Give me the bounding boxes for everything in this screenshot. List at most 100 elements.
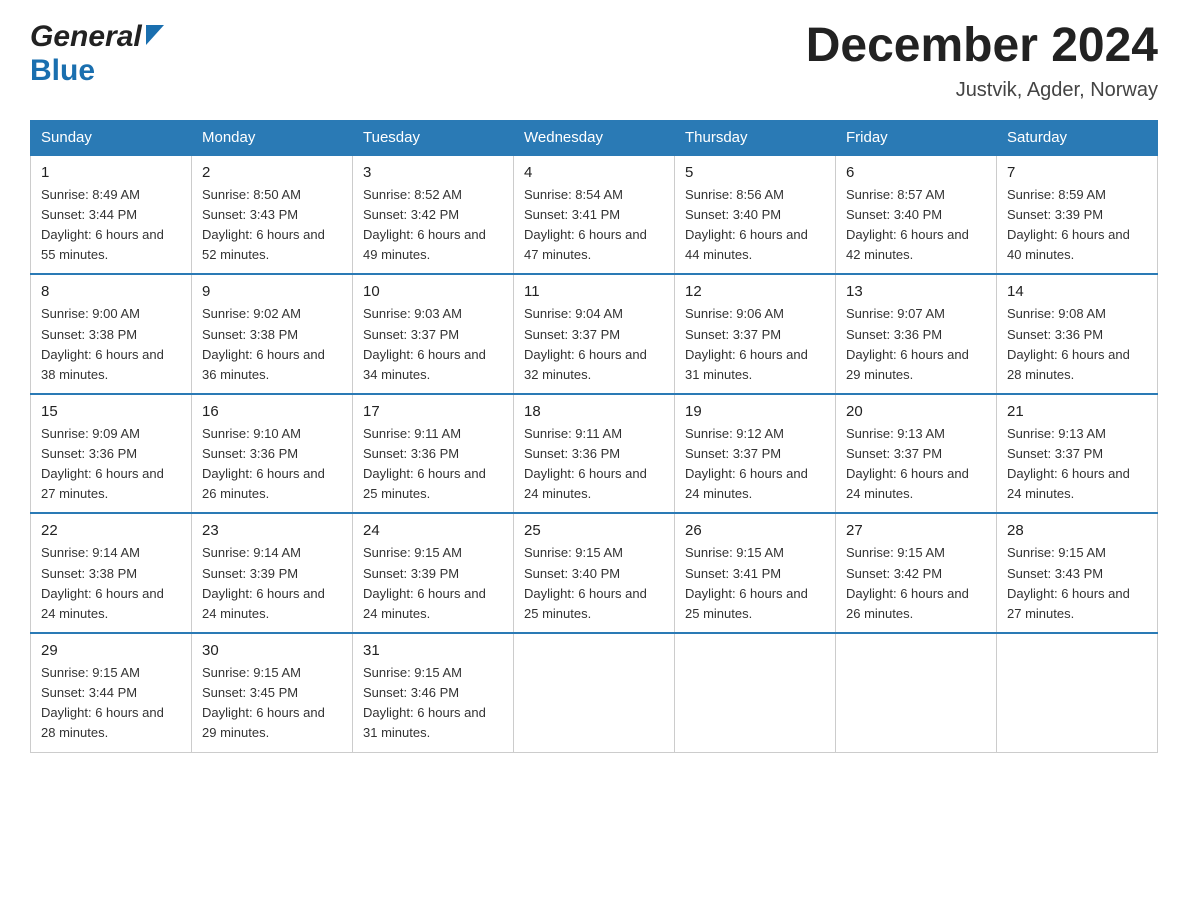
day-number: 2 (202, 164, 342, 181)
day-number: 22 (41, 522, 181, 539)
table-row (514, 633, 675, 752)
day-number: 13 (846, 283, 986, 300)
col-wednesday: Wednesday (514, 120, 675, 155)
day-info: Sunrise: 8:57 AM Sunset: 3:40 PM Dayligh… (846, 185, 986, 266)
table-row: 9 Sunrise: 9:02 AM Sunset: 3:38 PM Dayli… (192, 274, 353, 394)
table-row: 29 Sunrise: 9:15 AM Sunset: 3:44 PM Dayl… (31, 633, 192, 752)
day-info: Sunrise: 9:12 AM Sunset: 3:37 PM Dayligh… (685, 424, 825, 505)
table-row: 27 Sunrise: 9:15 AM Sunset: 3:42 PM Dayl… (836, 513, 997, 633)
calendar-header-row: Sunday Monday Tuesday Wednesday Thursday… (31, 120, 1158, 155)
day-info: Sunrise: 9:06 AM Sunset: 3:37 PM Dayligh… (685, 304, 825, 385)
day-info: Sunrise: 9:07 AM Sunset: 3:36 PM Dayligh… (846, 304, 986, 385)
day-number: 12 (685, 283, 825, 300)
day-info: Sunrise: 9:15 AM Sunset: 3:39 PM Dayligh… (363, 543, 503, 624)
table-row (675, 633, 836, 752)
day-info: Sunrise: 9:10 AM Sunset: 3:36 PM Dayligh… (202, 424, 342, 505)
day-info: Sunrise: 9:15 AM Sunset: 3:42 PM Dayligh… (846, 543, 986, 624)
table-row: 11 Sunrise: 9:04 AM Sunset: 3:37 PM Dayl… (514, 274, 675, 394)
logo-blue-text: Blue (30, 54, 95, 87)
day-number: 1 (41, 164, 181, 181)
day-number: 4 (524, 164, 664, 181)
day-info: Sunrise: 9:15 AM Sunset: 3:41 PM Dayligh… (685, 543, 825, 624)
table-row (836, 633, 997, 752)
day-number: 10 (363, 283, 503, 300)
table-row: 30 Sunrise: 9:15 AM Sunset: 3:45 PM Dayl… (192, 633, 353, 752)
day-info: Sunrise: 9:15 AM Sunset: 3:45 PM Dayligh… (202, 663, 342, 744)
day-number: 15 (41, 403, 181, 420)
table-row: 1 Sunrise: 8:49 AM Sunset: 3:44 PM Dayli… (31, 155, 192, 275)
day-number: 23 (202, 522, 342, 539)
table-row: 22 Sunrise: 9:14 AM Sunset: 3:38 PM Dayl… (31, 513, 192, 633)
table-row: 10 Sunrise: 9:03 AM Sunset: 3:37 PM Dayl… (353, 274, 514, 394)
table-row: 14 Sunrise: 9:08 AM Sunset: 3:36 PM Dayl… (997, 274, 1158, 394)
table-row (997, 633, 1158, 752)
day-info: Sunrise: 9:15 AM Sunset: 3:46 PM Dayligh… (363, 663, 503, 744)
day-info: Sunrise: 8:52 AM Sunset: 3:42 PM Dayligh… (363, 185, 503, 266)
table-row: 15 Sunrise: 9:09 AM Sunset: 3:36 PM Dayl… (31, 394, 192, 514)
day-info: Sunrise: 9:15 AM Sunset: 3:44 PM Dayligh… (41, 663, 181, 744)
day-number: 14 (1007, 283, 1147, 300)
day-number: 28 (1007, 522, 1147, 539)
day-number: 20 (846, 403, 986, 420)
day-info: Sunrise: 9:00 AM Sunset: 3:38 PM Dayligh… (41, 304, 181, 385)
table-row: 7 Sunrise: 8:59 AM Sunset: 3:39 PM Dayli… (997, 155, 1158, 275)
day-info: Sunrise: 9:04 AM Sunset: 3:37 PM Dayligh… (524, 304, 664, 385)
table-row: 16 Sunrise: 9:10 AM Sunset: 3:36 PM Dayl… (192, 394, 353, 514)
page-subtitle: Justvik, Agder, Norway (806, 79, 1158, 102)
logo-general-text: General (30, 20, 142, 54)
day-info: Sunrise: 8:50 AM Sunset: 3:43 PM Dayligh… (202, 185, 342, 266)
day-info: Sunrise: 9:09 AM Sunset: 3:36 PM Dayligh… (41, 424, 181, 505)
logo-area: General Blue (30, 20, 164, 88)
logo-triangle-icon (146, 25, 164, 50)
table-row: 31 Sunrise: 9:15 AM Sunset: 3:46 PM Dayl… (353, 633, 514, 752)
table-row: 25 Sunrise: 9:15 AM Sunset: 3:40 PM Dayl… (514, 513, 675, 633)
table-row: 23 Sunrise: 9:14 AM Sunset: 3:39 PM Dayl… (192, 513, 353, 633)
day-info: Sunrise: 9:08 AM Sunset: 3:36 PM Dayligh… (1007, 304, 1147, 385)
day-number: 31 (363, 642, 503, 659)
calendar-week-row: 8 Sunrise: 9:00 AM Sunset: 3:38 PM Dayli… (31, 274, 1158, 394)
day-info: Sunrise: 8:59 AM Sunset: 3:39 PM Dayligh… (1007, 185, 1147, 266)
day-info: Sunrise: 9:03 AM Sunset: 3:37 PM Dayligh… (363, 304, 503, 385)
logo-blue-line: Blue (30, 54, 95, 88)
day-info: Sunrise: 9:11 AM Sunset: 3:36 PM Dayligh… (524, 424, 664, 505)
day-number: 11 (524, 283, 664, 300)
calendar-week-row: 15 Sunrise: 9:09 AM Sunset: 3:36 PM Dayl… (31, 394, 1158, 514)
table-row: 5 Sunrise: 8:56 AM Sunset: 3:40 PM Dayli… (675, 155, 836, 275)
table-row: 3 Sunrise: 8:52 AM Sunset: 3:42 PM Dayli… (353, 155, 514, 275)
page-title: December 2024 (806, 20, 1158, 73)
col-sunday: Sunday (31, 120, 192, 155)
day-info: Sunrise: 9:15 AM Sunset: 3:43 PM Dayligh… (1007, 543, 1147, 624)
title-area: December 2024 Justvik, Agder, Norway (806, 20, 1158, 102)
day-info: Sunrise: 9:13 AM Sunset: 3:37 PM Dayligh… (846, 424, 986, 505)
day-number: 29 (41, 642, 181, 659)
calendar-table: Sunday Monday Tuesday Wednesday Thursday… (30, 120, 1158, 753)
col-monday: Monday (192, 120, 353, 155)
day-info: Sunrise: 8:49 AM Sunset: 3:44 PM Dayligh… (41, 185, 181, 266)
day-number: 24 (363, 522, 503, 539)
col-tuesday: Tuesday (353, 120, 514, 155)
day-number: 16 (202, 403, 342, 420)
table-row: 2 Sunrise: 8:50 AM Sunset: 3:43 PM Dayli… (192, 155, 353, 275)
day-number: 21 (1007, 403, 1147, 420)
table-row: 21 Sunrise: 9:13 AM Sunset: 3:37 PM Dayl… (997, 394, 1158, 514)
table-row: 19 Sunrise: 9:12 AM Sunset: 3:37 PM Dayl… (675, 394, 836, 514)
day-number: 25 (524, 522, 664, 539)
col-saturday: Saturday (997, 120, 1158, 155)
day-info: Sunrise: 9:02 AM Sunset: 3:38 PM Dayligh… (202, 304, 342, 385)
table-row: 18 Sunrise: 9:11 AM Sunset: 3:36 PM Dayl… (514, 394, 675, 514)
day-info: Sunrise: 9:14 AM Sunset: 3:39 PM Dayligh… (202, 543, 342, 624)
day-info: Sunrise: 8:56 AM Sunset: 3:40 PM Dayligh… (685, 185, 825, 266)
calendar-week-row: 22 Sunrise: 9:14 AM Sunset: 3:38 PM Dayl… (31, 513, 1158, 633)
table-row: 20 Sunrise: 9:13 AM Sunset: 3:37 PM Dayl… (836, 394, 997, 514)
day-info: Sunrise: 9:13 AM Sunset: 3:37 PM Dayligh… (1007, 424, 1147, 505)
header: General Blue December 2024 Justvik, Agde… (30, 20, 1158, 102)
day-number: 8 (41, 283, 181, 300)
table-row: 28 Sunrise: 9:15 AM Sunset: 3:43 PM Dayl… (997, 513, 1158, 633)
table-row: 26 Sunrise: 9:15 AM Sunset: 3:41 PM Dayl… (675, 513, 836, 633)
day-number: 30 (202, 642, 342, 659)
table-row: 8 Sunrise: 9:00 AM Sunset: 3:38 PM Dayli… (31, 274, 192, 394)
table-row: 6 Sunrise: 8:57 AM Sunset: 3:40 PM Dayli… (836, 155, 997, 275)
day-info: Sunrise: 9:11 AM Sunset: 3:36 PM Dayligh… (363, 424, 503, 505)
table-row: 13 Sunrise: 9:07 AM Sunset: 3:36 PM Dayl… (836, 274, 997, 394)
calendar-week-row: 1 Sunrise: 8:49 AM Sunset: 3:44 PM Dayli… (31, 155, 1158, 275)
